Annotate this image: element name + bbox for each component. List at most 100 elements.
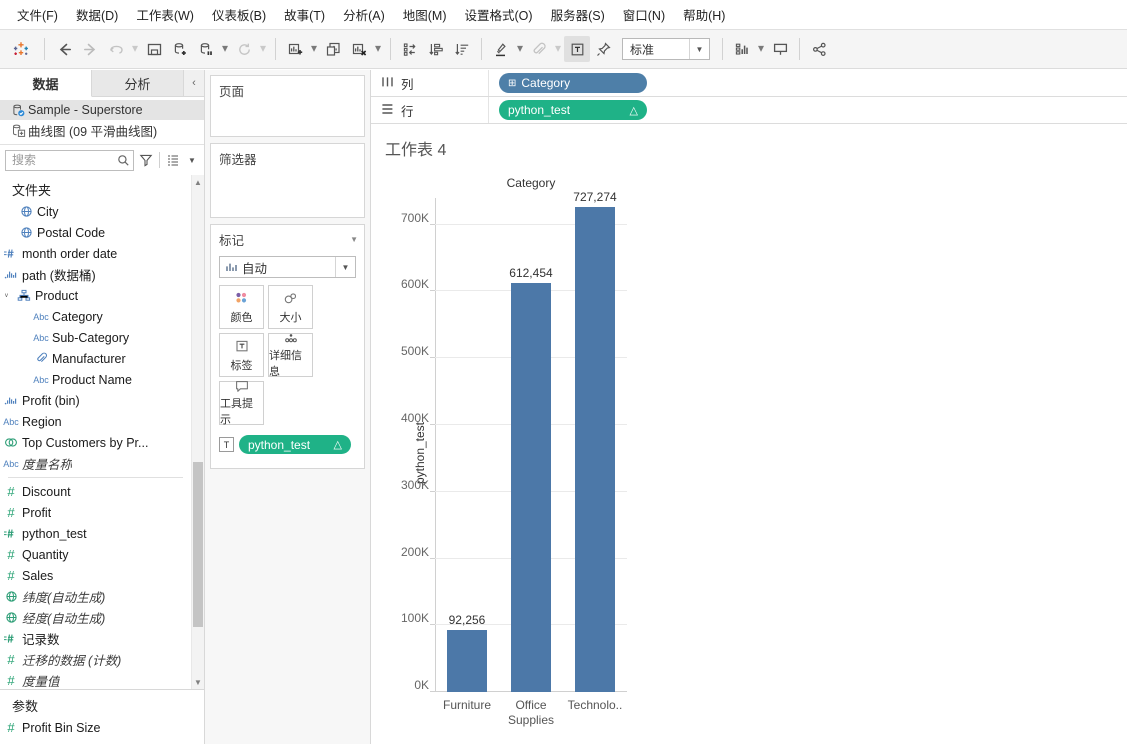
chevron-down-icon[interactable]: ᵛ xyxy=(0,291,13,301)
pause-auto-update-icon[interactable] xyxy=(193,36,219,62)
data-pane-scrollbar[interactable]: ▲ ▼ xyxy=(191,175,204,689)
attachment-dropdown-caret[interactable]: ▾ xyxy=(552,36,564,62)
field-discount[interactable]: # Discount xyxy=(0,481,191,502)
rows-shelf-content[interactable]: python_test △ xyxy=(489,97,1127,123)
search-box[interactable] xyxy=(5,149,134,171)
save-icon[interactable] xyxy=(141,36,167,62)
chevron-down-icon[interactable]: ▼ xyxy=(185,148,199,172)
fit-dropdown[interactable]: 标准 ▼ xyxy=(622,38,710,60)
refresh-data-icon[interactable] xyxy=(231,36,257,62)
field-product-name[interactable]: Abc Product Name xyxy=(0,369,191,390)
marks-tooltip-button[interactable]: 工具提示 xyxy=(219,381,264,426)
scroll-down-icon[interactable]: ▼ xyxy=(192,675,204,689)
back-arrow-icon[interactable] xyxy=(51,36,77,62)
data-source-item-superstore[interactable]: Sample - Superstore xyxy=(0,100,204,120)
x-axis-label[interactable]: Technolo.. xyxy=(563,694,627,738)
clear-sheet-dropdown-caret[interactable]: ▾ xyxy=(372,36,384,62)
expand-plus-icon[interactable]: ⊞ xyxy=(508,78,516,89)
field-measure-values[interactable]: # 度量值 xyxy=(0,670,191,689)
menu-item-map[interactable]: 地图(M) xyxy=(394,1,456,28)
x-axis-label[interactable]: Furniture xyxy=(435,694,499,738)
filter-funnel-icon[interactable] xyxy=(134,148,158,172)
menu-item-server[interactable]: 服务器(S) xyxy=(542,1,614,28)
field-sub-category[interactable]: Abc Sub-Category xyxy=(0,327,191,348)
marks-detail-button[interactable]: 详细信息 xyxy=(268,333,313,378)
new-data-source-icon[interactable] xyxy=(167,36,193,62)
show-hide-cards-icon[interactable] xyxy=(729,36,755,62)
fix-axis-pin-icon[interactable] xyxy=(590,36,616,62)
field-top-customers-set[interactable]: Top Customers by Pr... xyxy=(0,432,191,453)
menu-item-window[interactable]: 窗口(N) xyxy=(614,1,674,28)
highlight-icon[interactable] xyxy=(488,36,514,62)
field-profit[interactable]: # Profit xyxy=(0,502,191,523)
show-hide-cards-caret[interactable]: ▾ xyxy=(755,36,767,62)
pages-card[interactable]: 页面 xyxy=(210,75,365,137)
field-migrated-data-count[interactable]: # 迁移的数据 (计数) xyxy=(0,649,191,670)
undo-dropdown-caret[interactable]: ▾ xyxy=(129,36,141,62)
tableau-logo-icon[interactable] xyxy=(6,36,36,62)
list-view-icon[interactable] xyxy=(161,148,185,172)
field-python-test[interactable]: python_test xyxy=(0,523,191,544)
field-measure-names[interactable]: Abc 度量名称 xyxy=(0,453,191,474)
shelf-pill-python-test[interactable]: python_test △ xyxy=(499,100,647,120)
search-icon[interactable] xyxy=(113,154,133,167)
field-category[interactable]: Abc Category xyxy=(0,306,191,327)
bar[interactable]: 92,256 xyxy=(447,613,487,692)
refresh-dropdown-caret[interactable]: ▾ xyxy=(257,36,269,62)
field-record-count[interactable]: 记录数 xyxy=(0,628,191,649)
field-quantity[interactable]: # Quantity xyxy=(0,544,191,565)
columns-shelf-content[interactable]: ⊞ Category xyxy=(489,70,1127,96)
marks-label-button[interactable]: 标签 xyxy=(219,333,264,377)
data-source-item-curve[interactable]: 曲线图 (09 平滑曲线图) xyxy=(0,120,204,140)
x-axis-label[interactable]: Office Supplies xyxy=(499,694,563,738)
bar[interactable]: 612,454 xyxy=(509,266,553,692)
menu-item-help[interactable]: 帮助(H) xyxy=(674,1,734,28)
show-labels-icon[interactable] xyxy=(564,36,590,62)
field-postal-code[interactable]: Postal Code xyxy=(0,222,191,243)
bar[interactable]: 727,274 xyxy=(573,190,617,692)
share-icon[interactable] xyxy=(806,36,832,62)
menu-item-worksheet[interactable]: 工作表(W) xyxy=(127,1,203,28)
field-manufacturer[interactable]: Manufacturer xyxy=(0,348,191,369)
new-worksheet-icon[interactable] xyxy=(282,36,308,62)
swap-rows-columns-icon[interactable] xyxy=(397,36,423,62)
forward-arrow-icon[interactable] xyxy=(77,36,103,62)
tab-analytics[interactable]: 分析 xyxy=(92,70,184,96)
shelf-pill-category[interactable]: ⊞ Category xyxy=(499,73,647,93)
marks-pill-python-test[interactable]: python_test △ xyxy=(239,435,351,454)
field-product-hierarchy[interactable]: ᵛ Product xyxy=(0,285,191,306)
menu-item-analysis[interactable]: 分析(A) xyxy=(334,1,394,28)
marks-color-button[interactable]: 颜色 xyxy=(219,285,264,329)
field-path-bin[interactable]: path (数据桶) xyxy=(0,264,191,285)
chevron-down-icon[interactable]: ▼ xyxy=(335,257,355,277)
tab-data[interactable]: 数据 xyxy=(0,70,92,97)
sort-ascending-icon[interactable] xyxy=(423,36,449,62)
new-worksheet-dropdown-caret[interactable]: ▾ xyxy=(308,36,320,62)
attachment-icon[interactable] xyxy=(526,36,552,62)
pause-dropdown-caret[interactable]: ▾ xyxy=(219,36,231,62)
presentation-mode-icon[interactable] xyxy=(767,36,793,62)
highlight-dropdown-caret[interactable]: ▾ xyxy=(514,36,526,62)
parameter-profit-bin-size[interactable]: # Profit Bin Size xyxy=(0,717,204,738)
rows-shelf[interactable]: 行 python_test △ xyxy=(371,97,1127,124)
menu-item-dashboard[interactable]: 仪表板(B) xyxy=(203,1,275,28)
menu-item-story[interactable]: 故事(T) xyxy=(275,1,334,28)
filters-card[interactable]: 筛选器 xyxy=(210,143,365,218)
field-city[interactable]: City xyxy=(0,201,191,222)
chevron-down-icon[interactable]: ▼ xyxy=(689,39,709,59)
menu-item-file[interactable]: 文件(F) xyxy=(8,1,67,28)
y-axis-title[interactable]: python_test xyxy=(413,422,427,484)
scrollbar-thumb[interactable] xyxy=(193,462,203,627)
menu-item-format[interactable]: 设置格式(O) xyxy=(456,1,542,28)
field-month-order-date[interactable]: month order date xyxy=(0,243,191,264)
chevron-down-icon[interactable]: ▼ xyxy=(350,230,358,244)
collapse-pane-icon[interactable]: ‹ xyxy=(184,70,204,96)
scroll-up-icon[interactable]: ▲ xyxy=(192,175,204,189)
marks-size-button[interactable]: 大小 xyxy=(268,285,313,329)
worksheet-title[interactable]: 工作表 4 xyxy=(371,124,1127,160)
field-sales[interactable]: # Sales xyxy=(0,565,191,586)
columns-shelf[interactable]: 列 ⊞ Category xyxy=(371,70,1127,97)
field-profit-bin[interactable]: Profit (bin) xyxy=(0,390,191,411)
plot-area[interactable]: 0K 100K 200K 300K 400K 500K 600K 700K 92,256 612… xyxy=(401,190,627,692)
undo-icon[interactable] xyxy=(103,36,129,62)
